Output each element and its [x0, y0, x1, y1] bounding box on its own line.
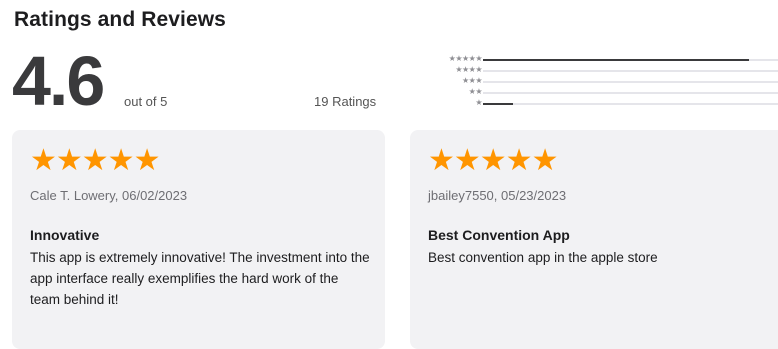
histogram-row-1: ★ — [410, 98, 778, 109]
average-score: 4.6 — [12, 42, 105, 120]
section-title: Ratings and Reviews — [14, 8, 226, 31]
star-icon: ★★★★ — [455, 65, 482, 74]
rating-histogram: ★★★★★ ★★★★ ★★★ ★★ ★ — [410, 54, 778, 109]
histogram-bar — [483, 59, 749, 61]
histogram-track — [483, 70, 778, 72]
out-of-label: out of 5 — [124, 94, 168, 109]
histogram-row-3: ★★★ — [410, 76, 778, 87]
star-icon: ★★★★★ — [448, 54, 483, 63]
histogram-row-4: ★★★★ — [410, 65, 778, 76]
histogram-row-5: ★★★★★ — [410, 54, 778, 65]
histogram-track — [483, 92, 778, 94]
histogram-track — [483, 103, 778, 105]
review-title: Best Convention App — [428, 227, 570, 243]
star-icon: ★★★ — [461, 76, 483, 85]
review-card[interactable]: ★★★★★ Cale T. Lowery, 06/02/2023 Innovat… — [12, 130, 385, 349]
star-icon: ★ — [475, 98, 482, 107]
ratings-reviews-page: Ratings and Reviews 4.6 out of 5 19 Rati… — [0, 0, 778, 349]
review-body: This app is extremely innovative! The in… — [30, 250, 370, 307]
reviewer-name-date: Cale T. Lowery, 06/02/2023 — [30, 188, 188, 203]
review-card[interactable]: ★★★★★ jbailey7550, 05/23/2023 Best Conve… — [410, 130, 778, 349]
review-title: Innovative — [30, 227, 100, 243]
histogram-bar — [483, 103, 513, 105]
histogram-track — [483, 81, 778, 83]
star-rating-icon: ★★★★★ — [428, 144, 558, 177]
star-icon: ★★ — [468, 87, 483, 96]
reviewer-name-date: jbailey7550, 05/23/2023 — [428, 188, 567, 203]
ratings-count: 19 Ratings — [314, 94, 377, 109]
star-rating-icon: ★★★★★ — [30, 144, 160, 177]
histogram-track — [483, 59, 778, 61]
histogram-row-2: ★★ — [410, 87, 778, 98]
review-body: Best convention app in the apple store — [428, 250, 658, 265]
